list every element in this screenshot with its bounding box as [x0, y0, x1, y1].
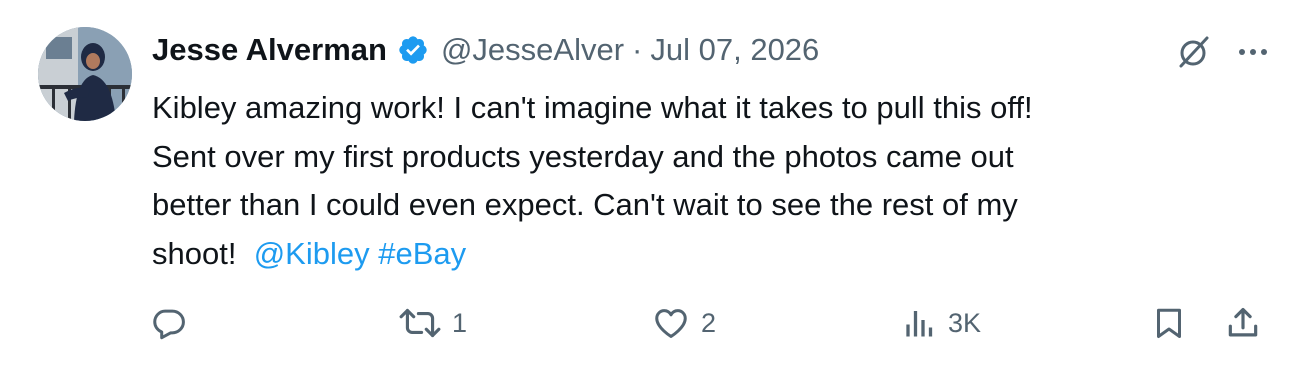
reply-button[interactable] — [150, 300, 198, 346]
bookmark-button[interactable] — [1151, 300, 1187, 346]
views-icon — [906, 311, 933, 337]
hashtag-link[interactable]: #eBay — [378, 236, 466, 271]
tweet-date[interactable]: Jul 07, 2026 — [650, 28, 819, 72]
retweet-button[interactable]: 1 — [398, 300, 467, 346]
share-button[interactable] — [1224, 300, 1262, 346]
author-name[interactable]: Jesse Alverman — [152, 28, 387, 72]
bookmark-icon — [1157, 308, 1181, 338]
share-icon — [1228, 307, 1258, 337]
author-handle[interactable]: @JesseAlver — [441, 28, 624, 72]
tweet-text: Kibley amazing work! I can't imagine wha… — [152, 84, 1262, 278]
views-button[interactable]: 3K — [902, 300, 981, 346]
more-icon[interactable] — [1236, 35, 1270, 69]
grok-icon[interactable] — [1174, 32, 1214, 72]
tweet-actions: 1 2 3K — [0, 300, 1300, 346]
retweet-count: 1 — [452, 307, 468, 338]
like-button[interactable]: 2 — [651, 300, 716, 346]
mention-link[interactable]: @Kibley — [254, 236, 370, 271]
tweet-header: Jesse Alverman @JesseAlver · Jul 07, 202… — [152, 28, 819, 72]
tweet-text-line: shoot! — [152, 235, 237, 271]
tweet-text-line: Sent over my first products yesterday an… — [152, 138, 1014, 174]
reply-icon — [153, 309, 185, 340]
verified-badge-icon — [399, 36, 427, 64]
tweet-top-actions — [1174, 32, 1270, 72]
heart-icon — [655, 309, 687, 338]
retweet-icon — [399, 308, 441, 338]
tweet-meta: @JesseAlver · Jul 07, 2026 — [441, 28, 819, 72]
tweet-text-line: Kibley amazing work! I can't imagine wha… — [152, 90, 1033, 125]
views-count: 3K — [948, 307, 982, 338]
meta-separator: · — [632, 32, 643, 67]
like-count: 2 — [701, 307, 717, 338]
tweet-text-line: better than I could even expect. Can't w… — [152, 187, 1018, 222]
avatar[interactable] — [38, 27, 132, 121]
tweet-text-line-last: shoot! @Kibley #eBay — [152, 230, 1262, 279]
